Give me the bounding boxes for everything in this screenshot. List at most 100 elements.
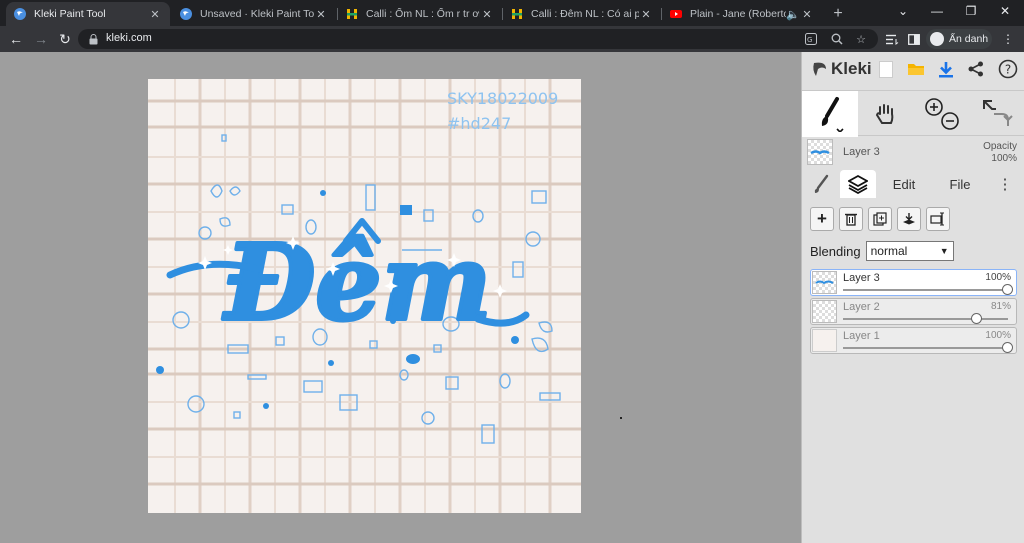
- opacity-label: Opacity: [983, 141, 1017, 152]
- duplicate-layer-icon[interactable]: [868, 207, 892, 231]
- zoom-icon[interactable]: [830, 32, 844, 46]
- back-arrow-icon[interactable]: ←: [7, 30, 25, 48]
- layer-opacity: 81%: [990, 301, 1011, 312]
- undo-redo-buttons: [970, 91, 1024, 137]
- hand-tool-button[interactable]: [858, 91, 914, 137]
- blending-row: Blending normal ▼: [810, 240, 954, 262]
- new-image-icon[interactable]: [876, 59, 896, 79]
- close-tab-icon[interactable]: ✕: [480, 8, 494, 21]
- layer-opacity-slider[interactable]: [843, 342, 1013, 353]
- tab-layers[interactable]: [840, 170, 876, 198]
- chevron-down-icon: ▼: [939, 246, 949, 256]
- tab-title: Calli : Đêm NL : Có ai phải th: [531, 8, 639, 20]
- drawing-stage[interactable]: SKY18022009 #hd247 Đêm: [0, 52, 801, 543]
- more-options-icon[interactable]: ⋮: [998, 170, 1013, 198]
- tab-file[interactable]: File: [938, 170, 982, 198]
- more-menu-icon[interactable]: ⋮: [1000, 31, 1016, 47]
- tab-calli-om[interactable]: Calli : Ốm NL : Ốm r tr ơi :D c ✕: [338, 2, 502, 26]
- close-tab-icon[interactable]: ✕: [314, 8, 328, 21]
- close-tab-icon[interactable]: ✕: [800, 8, 814, 21]
- panel-header: Kleki ?: [802, 52, 1024, 86]
- layer-opacity-slider[interactable]: [843, 313, 1008, 324]
- profile-label: Ẩn danh: [949, 33, 989, 45]
- layers-icon: [848, 174, 868, 194]
- new-tab-button[interactable]: +: [826, 2, 850, 26]
- canvas-artwork: SKY18022009 #hd247 Đêm: [148, 79, 581, 513]
- layer-opacity: 100%: [985, 272, 1011, 283]
- tab-edit[interactable]: Edit: [882, 170, 926, 198]
- tab-title: Kleki Paint Tool: [34, 8, 106, 20]
- tab-edit-label: Edit: [892, 176, 916, 192]
- tab-kleki-paint-tool[interactable]: Kleki Paint Tool ✕: [6, 2, 170, 26]
- layer-row-1[interactable]: Layer 1 100%: [810, 327, 1017, 354]
- logo-text: Kleki: [831, 59, 872, 78]
- tab-title: Calli : Ốm NL : Ốm r tr ơi :D c: [366, 8, 480, 20]
- download-icon[interactable]: [936, 59, 956, 79]
- layer-2-thumbnail: [812, 300, 837, 323]
- current-layer-name: Layer 3: [843, 146, 880, 158]
- forward-arrow-icon[interactable]: →: [32, 30, 50, 48]
- reload-icon[interactable]: ↻: [56, 30, 74, 48]
- layer-row-3[interactable]: Layer 3 100%: [810, 269, 1017, 296]
- tab-unsaved-kleki[interactable]: Unsaved · Kleki Paint Tool ✕: [172, 2, 336, 26]
- close-window-icon[interactable]: ✕: [990, 0, 1020, 22]
- hand-icon: [875, 104, 894, 124]
- bookmark-star-icon[interactable]: ☆: [854, 32, 868, 46]
- help-icon[interactable]: ?: [998, 59, 1018, 79]
- rename-layer-icon[interactable]: [926, 207, 950, 231]
- kleki-side-panel: Kleki ? Layer 3 Opacity 100% Edit File ⋮…: [801, 52, 1024, 543]
- slider-knob[interactable]: [1002, 342, 1013, 353]
- chevron-down-icon[interactable]: ⌄: [888, 0, 918, 22]
- close-tab-icon[interactable]: ✕: [639, 8, 653, 21]
- minimize-icon[interactable]: —: [922, 0, 952, 22]
- address-bar[interactable]: kleki.com G ☆: [78, 29, 878, 49]
- brush-icon: [821, 97, 844, 132]
- blending-mode-select[interactable]: normal ▼: [865, 241, 954, 261]
- youtube-icon: [670, 8, 682, 20]
- kleki-icon: [180, 8, 192, 20]
- url-text: kleki.com: [106, 32, 152, 44]
- open-folder-icon[interactable]: [906, 59, 926, 79]
- restore-icon[interactable]: ❐: [956, 0, 986, 22]
- incognito-profile-button[interactable]: Ẩn danh: [926, 29, 992, 49]
- slider-knob[interactable]: [1002, 284, 1013, 295]
- watermark-line-1: SKY18022009: [447, 89, 558, 108]
- hoidap-icon: [511, 8, 523, 20]
- layer-name: Layer 2: [843, 301, 880, 313]
- slider-knob[interactable]: [970, 313, 982, 324]
- tab-youtube-plain-jane[interactable]: Plain - Jane (Roberto Ka 🔈 ✕: [662, 2, 822, 26]
- kleki-icon: [14, 8, 26, 20]
- zoom-in-out-icon[interactable]: [920, 95, 964, 133]
- svg-text:G: G: [807, 36, 812, 44]
- brush-icon: [814, 174, 829, 193]
- browser-tab-bar: Kleki Paint Tool ✕ Unsaved · Kleki Paint…: [0, 0, 1024, 26]
- layer-opacity-slider[interactable]: [843, 284, 1013, 295]
- add-layer-icon[interactable]: +: [810, 207, 834, 231]
- merge-layer-icon[interactable]: [897, 207, 921, 231]
- tab-title: Plain - Jane (Roberto Ka: [690, 8, 786, 20]
- brush-tool-button[interactable]: [802, 91, 858, 137]
- incognito-icon: [930, 32, 944, 46]
- drawing-canvas[interactable]: SKY18022009 #hd247 Đêm: [148, 79, 581, 513]
- undo-redo-icon[interactable]: [978, 96, 1018, 132]
- lock-icon[interactable]: [86, 32, 100, 46]
- watermark-line-2: #hd247: [447, 114, 511, 133]
- reading-list-icon[interactable]: [884, 31, 900, 47]
- tab-brush-settings[interactable]: [806, 170, 836, 198]
- svg-text:?: ?: [1005, 63, 1011, 77]
- delete-layer-icon[interactable]: [839, 207, 863, 231]
- side-panel-icon[interactable]: [906, 31, 922, 47]
- browser-toolbar: ← → ↻ kleki.com G ☆ Ẩn danh ⋮: [0, 26, 1024, 52]
- blending-label: Blending: [810, 243, 861, 259]
- layer-opacity: 100%: [985, 330, 1011, 341]
- tab-calli-dem[interactable]: Calli : Đêm NL : Có ai phải th ✕: [503, 2, 661, 26]
- layer-row-2[interactable]: Layer 2 81%: [810, 298, 1017, 325]
- speaker-icon[interactable]: 🔈: [786, 8, 800, 21]
- share-icon[interactable]: [966, 59, 986, 79]
- cursor-dot: [620, 417, 622, 419]
- translate-icon[interactable]: G: [804, 32, 818, 46]
- hoidap-icon: [346, 8, 358, 20]
- kleki-logo: Kleki: [811, 59, 872, 79]
- close-tab-icon[interactable]: ✕: [148, 8, 162, 21]
- layer-3-thumbnail: [807, 139, 833, 165]
